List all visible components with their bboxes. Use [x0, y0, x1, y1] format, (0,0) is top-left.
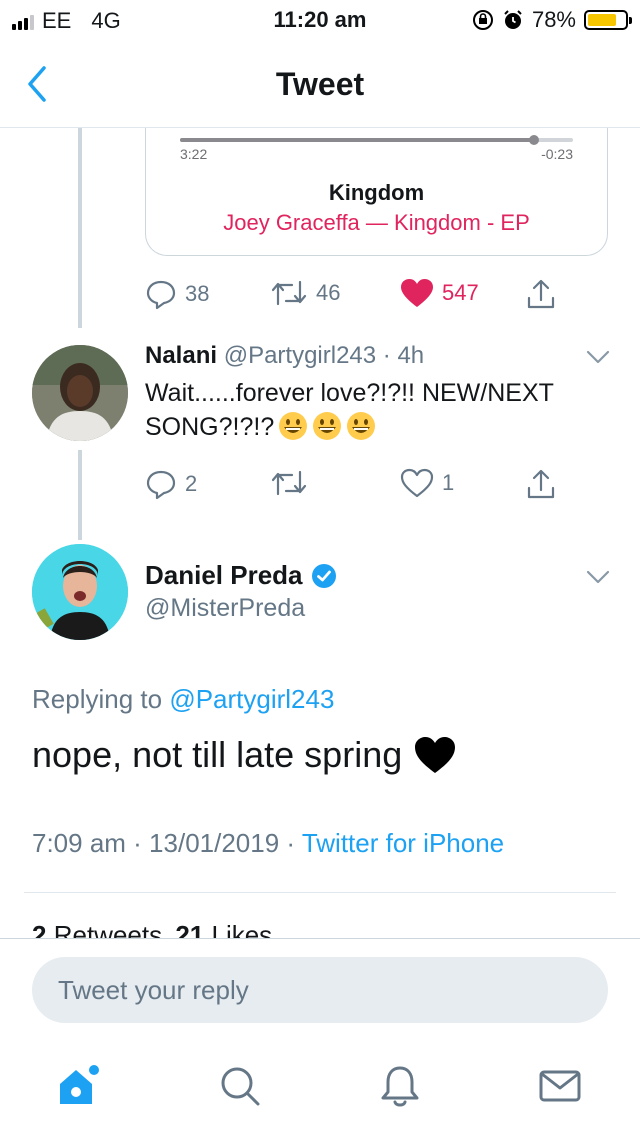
- nalani-avatar-image: [32, 345, 128, 441]
- heart-filled-icon: [401, 279, 433, 307]
- author-name: Daniel Preda: [145, 560, 303, 590]
- thread-line: [78, 128, 82, 328]
- song-artist[interactable]: Joey Graceffa — Kingdom - EP: [146, 210, 607, 236]
- progress-handle[interactable]: [528, 135, 539, 145]
- tweet-actions: 38 46 547: [145, 278, 585, 314]
- retweets-label: Retweets: [53, 920, 163, 938]
- status-bar-right: 78%: [472, 7, 632, 33]
- share-button[interactable]: [525, 278, 557, 310]
- like-button[interactable]: 1: [400, 468, 454, 498]
- retweet-icon: [271, 280, 307, 306]
- daniel-avatar-image: [32, 544, 128, 640]
- reply-count: 38: [185, 281, 210, 306]
- grinning-face-icon: [313, 412, 342, 440]
- author-handle[interactable]: @MisterPreda: [145, 594, 305, 623]
- avatar[interactable]: [32, 544, 128, 640]
- timestamp: 7:09 am · 13/01/2019 ·: [32, 828, 302, 858]
- nav-bar: Tweet: [0, 40, 640, 128]
- tweet-stats[interactable]: 2 Retweets 21 Likes: [32, 920, 272, 938]
- tweet-text: nope, not till late spring: [32, 734, 403, 775]
- tweet-meta: 7:09 am · 13/01/2019 · Twitter for iPhon…: [32, 828, 504, 859]
- progress-bar[interactable]: [180, 135, 573, 145]
- replying-to: Replying to @Partygirl243: [32, 684, 334, 715]
- like-count: 1: [442, 470, 455, 495]
- tab-bar: [0, 1034, 640, 1136]
- grinning-face-icon: [347, 412, 376, 440]
- main-tweet-text: nope, not till late spring: [32, 734, 456, 776]
- messages-icon[interactable]: [538, 1064, 582, 1108]
- battery-icon: [584, 10, 632, 30]
- retweet-icon: [271, 470, 307, 496]
- alarm-icon: [504, 10, 522, 29]
- black-heart-icon: [415, 737, 456, 773]
- remaining-time: -0:23: [541, 146, 573, 162]
- elapsed-time: 3:22: [180, 146, 208, 162]
- reply-bar: Tweet your reply: [0, 938, 640, 1034]
- author-handle-time: @Partygirl243 · 4h: [223, 342, 425, 369]
- page-title: Tweet: [275, 66, 365, 102]
- reply-button[interactable]: 38: [145, 278, 209, 310]
- divider: [24, 892, 616, 893]
- reply-tweet-actions: 2 1: [145, 468, 585, 504]
- status-bar: EE 4G 11:20 am 78%: [0, 0, 640, 40]
- home-icon[interactable]: [56, 1064, 100, 1108]
- tweet-source-link[interactable]: Twitter for iPhone: [302, 828, 504, 858]
- like-count: 547: [442, 280, 479, 305]
- chevron-down-icon[interactable]: [586, 350, 610, 364]
- share-button[interactable]: [525, 468, 557, 500]
- replying-to-link[interactable]: @Partygirl243: [169, 684, 334, 714]
- avatar[interactable]: [32, 345, 128, 441]
- battery-percent: 78%: [531, 7, 576, 32]
- reply-count: 2: [185, 471, 198, 496]
- heart-icon: [400, 468, 434, 498]
- verified-badge-icon: [311, 563, 336, 588]
- search-icon[interactable]: [218, 1064, 262, 1108]
- retweets-count: 2: [32, 920, 47, 938]
- retweet-count: 46: [316, 280, 341, 305]
- battery-level: [588, 14, 617, 26]
- main-author-name[interactable]: Daniel Preda: [145, 560, 337, 591]
- likes-label: Likes: [211, 920, 273, 938]
- reply-placeholder: Tweet your reply: [58, 974, 249, 1005]
- music-card[interactable]: 3:22 -0:23 Kingdom Joey Graceffa — Kingd…: [145, 128, 608, 256]
- likes-count: 21: [175, 920, 205, 938]
- reply-input[interactable]: Tweet your reply: [32, 957, 608, 1023]
- share-icon: [527, 279, 555, 309]
- chevron-down-icon[interactable]: [586, 570, 610, 584]
- retweet-button[interactable]: [270, 468, 316, 498]
- thread-line: [78, 450, 82, 540]
- like-button[interactable]: 547: [400, 278, 479, 308]
- reply-icon: [146, 470, 176, 500]
- share-icon: [527, 469, 555, 499]
- reply-tweet-header: Nalani @Partygirl243 · 4h: [145, 342, 424, 370]
- progress-fill: [180, 138, 534, 142]
- replying-prefix: Replying to: [32, 684, 163, 714]
- rotation-lock-icon: [472, 10, 493, 30]
- notifications-icon[interactable]: [378, 1064, 422, 1108]
- reply-icon: [146, 280, 176, 310]
- reply-tweet-text: Wait......forever love?!?!! NEW/NEXT SON…: [145, 376, 615, 444]
- song-title: Kingdom: [328, 180, 425, 205]
- reply-button[interactable]: 2: [145, 468, 197, 500]
- retweet-button[interactable]: 46: [270, 278, 340, 308]
- grinning-face-icon: [279, 412, 308, 440]
- author-name[interactable]: Nalani: [145, 342, 217, 369]
